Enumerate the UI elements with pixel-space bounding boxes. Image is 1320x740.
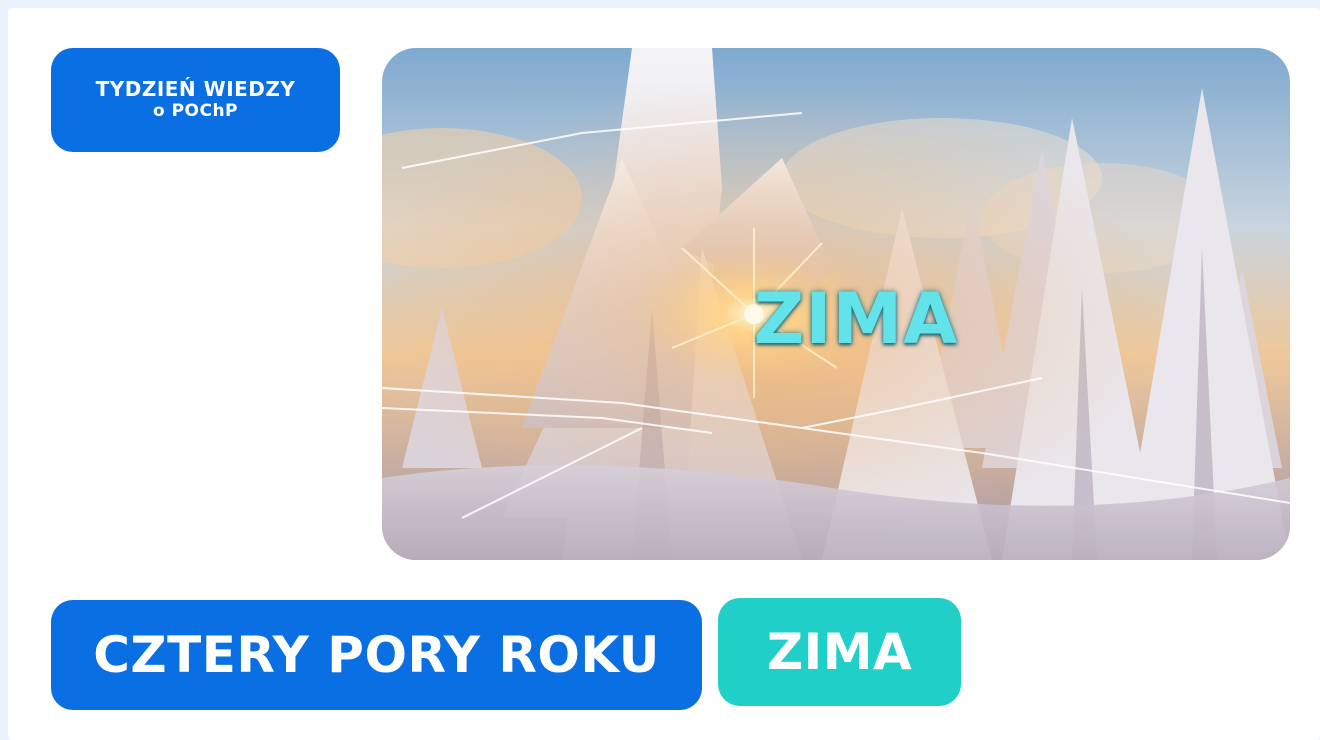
badge-line-1: TYDZIEŃ WIEDZY: [95, 77, 296, 102]
badge-line-2: o POChP: [152, 101, 239, 122]
hero-title: ZIMA: [753, 278, 959, 360]
season-tag[interactable]: ZIMA: [718, 598, 961, 706]
series-tag[interactable]: CZTERY PORY ROKU: [51, 600, 702, 710]
hero-image[interactable]: ZIMA: [382, 48, 1290, 560]
event-badge: TYDZIEŃ WIEDZY o POChP: [51, 48, 340, 152]
